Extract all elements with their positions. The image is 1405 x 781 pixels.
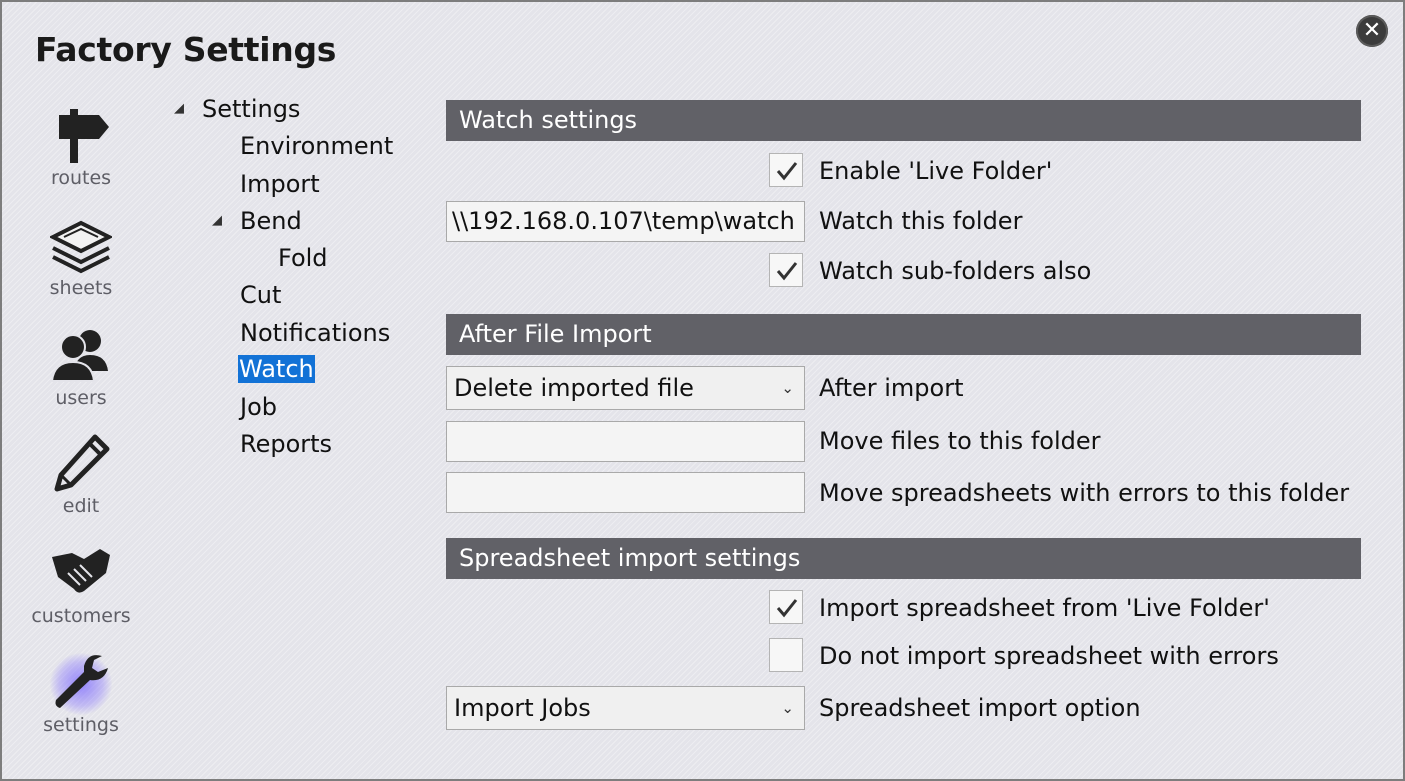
expand-arrow-icon[interactable]: ◢ xyxy=(174,101,184,116)
tree-item-job[interactable]: Job xyxy=(240,393,277,421)
window-title: Factory Settings xyxy=(35,30,337,69)
watch-folder-label: Watch this folder xyxy=(819,207,1023,235)
nav-users[interactable]: users xyxy=(20,325,142,409)
handshake-icon xyxy=(52,549,110,593)
tree-item-bend[interactable]: Bend xyxy=(240,207,302,235)
spreadsheet-import-option-select[interactable]: Import Jobs ⌄ xyxy=(446,686,805,730)
tree-item-import[interactable]: Import xyxy=(240,170,320,198)
chevron-down-icon: ⌄ xyxy=(781,699,794,717)
after-import-label: After import xyxy=(819,374,964,402)
error-spreadsheets-folder-label: Move spreadsheets with errors to this fo… xyxy=(819,479,1350,507)
tree-item-settings[interactable]: Settings xyxy=(202,95,300,123)
watch-settings-header: Watch settings xyxy=(446,100,1361,141)
signpost-icon xyxy=(59,109,109,163)
nav-label-customers: customers xyxy=(31,605,131,627)
tree-item-cut[interactable]: Cut xyxy=(240,281,281,309)
spreadsheet-import-header: Spreadsheet import settings xyxy=(446,538,1361,579)
move-files-folder-label: Move files to this folder xyxy=(819,427,1101,455)
nav-label-users: users xyxy=(55,387,107,409)
import-spreadsheet-label: Import spreadsheet from 'Live Folder' xyxy=(819,594,1270,622)
tree-item-environment[interactable]: Environment xyxy=(240,132,393,160)
skip-errors-checkbox[interactable] xyxy=(769,638,803,672)
nav-label-edit: edit xyxy=(62,495,100,517)
enable-live-folder-label: Enable 'Live Folder' xyxy=(819,157,1053,185)
move-files-folder-input[interactable] xyxy=(446,421,805,462)
nav-label-sheets: sheets xyxy=(49,277,113,299)
wrench-icon xyxy=(55,655,108,708)
tree-item-watch[interactable]: Watch xyxy=(238,355,315,383)
nav-settings[interactable]: settings xyxy=(20,650,142,736)
pencil-icon xyxy=(54,434,110,492)
nav-customers[interactable]: customers xyxy=(20,543,142,627)
checkmark-icon xyxy=(776,162,798,181)
factory-settings-window: Factory Settings ✕ routes sheets users e… xyxy=(0,0,1405,781)
checkmark-icon xyxy=(776,262,798,281)
enable-live-folder-checkbox[interactable] xyxy=(769,153,803,187)
stacked-sheets-icon xyxy=(50,220,112,274)
tree-item-watch-label: Watch xyxy=(238,355,315,383)
import-spreadsheet-checkbox[interactable] xyxy=(769,590,803,624)
spreadsheet-import-option-label: Spreadsheet import option xyxy=(819,694,1141,722)
after-import-select-value: Delete imported file xyxy=(454,374,694,402)
tree-item-reports[interactable]: Reports xyxy=(240,430,332,458)
nav-edit[interactable]: edit xyxy=(20,433,142,517)
error-spreadsheets-folder-input[interactable] xyxy=(446,472,805,513)
skip-errors-label: Do not import spreadsheet with errors xyxy=(819,642,1279,670)
tree-item-fold[interactable]: Fold xyxy=(278,244,328,272)
watch-subfolders-label: Watch sub-folders also xyxy=(819,257,1092,285)
spreadsheet-import-option-value: Import Jobs xyxy=(454,694,591,722)
tree-item-notifications[interactable]: Notifications xyxy=(240,319,390,347)
nav-label-routes: routes xyxy=(50,167,112,189)
watch-folder-input[interactable]: \\192.168.0.107\temp\watch xyxy=(446,201,805,242)
nav-sheets[interactable]: sheets xyxy=(20,215,142,299)
after-import-select[interactable]: Delete imported file ⌄ xyxy=(446,366,805,410)
users-icon xyxy=(50,330,108,382)
watch-subfolders-checkbox[interactable] xyxy=(769,253,803,287)
chevron-down-icon: ⌄ xyxy=(781,379,794,397)
nav-routes[interactable]: routes xyxy=(20,105,142,189)
checkmark-icon xyxy=(776,599,798,618)
close-icon[interactable]: ✕ xyxy=(1356,15,1388,47)
nav-label-settings: settings xyxy=(43,714,119,736)
after-file-import-header: After File Import xyxy=(446,314,1361,355)
expand-arrow-icon[interactable]: ◢ xyxy=(212,213,222,228)
